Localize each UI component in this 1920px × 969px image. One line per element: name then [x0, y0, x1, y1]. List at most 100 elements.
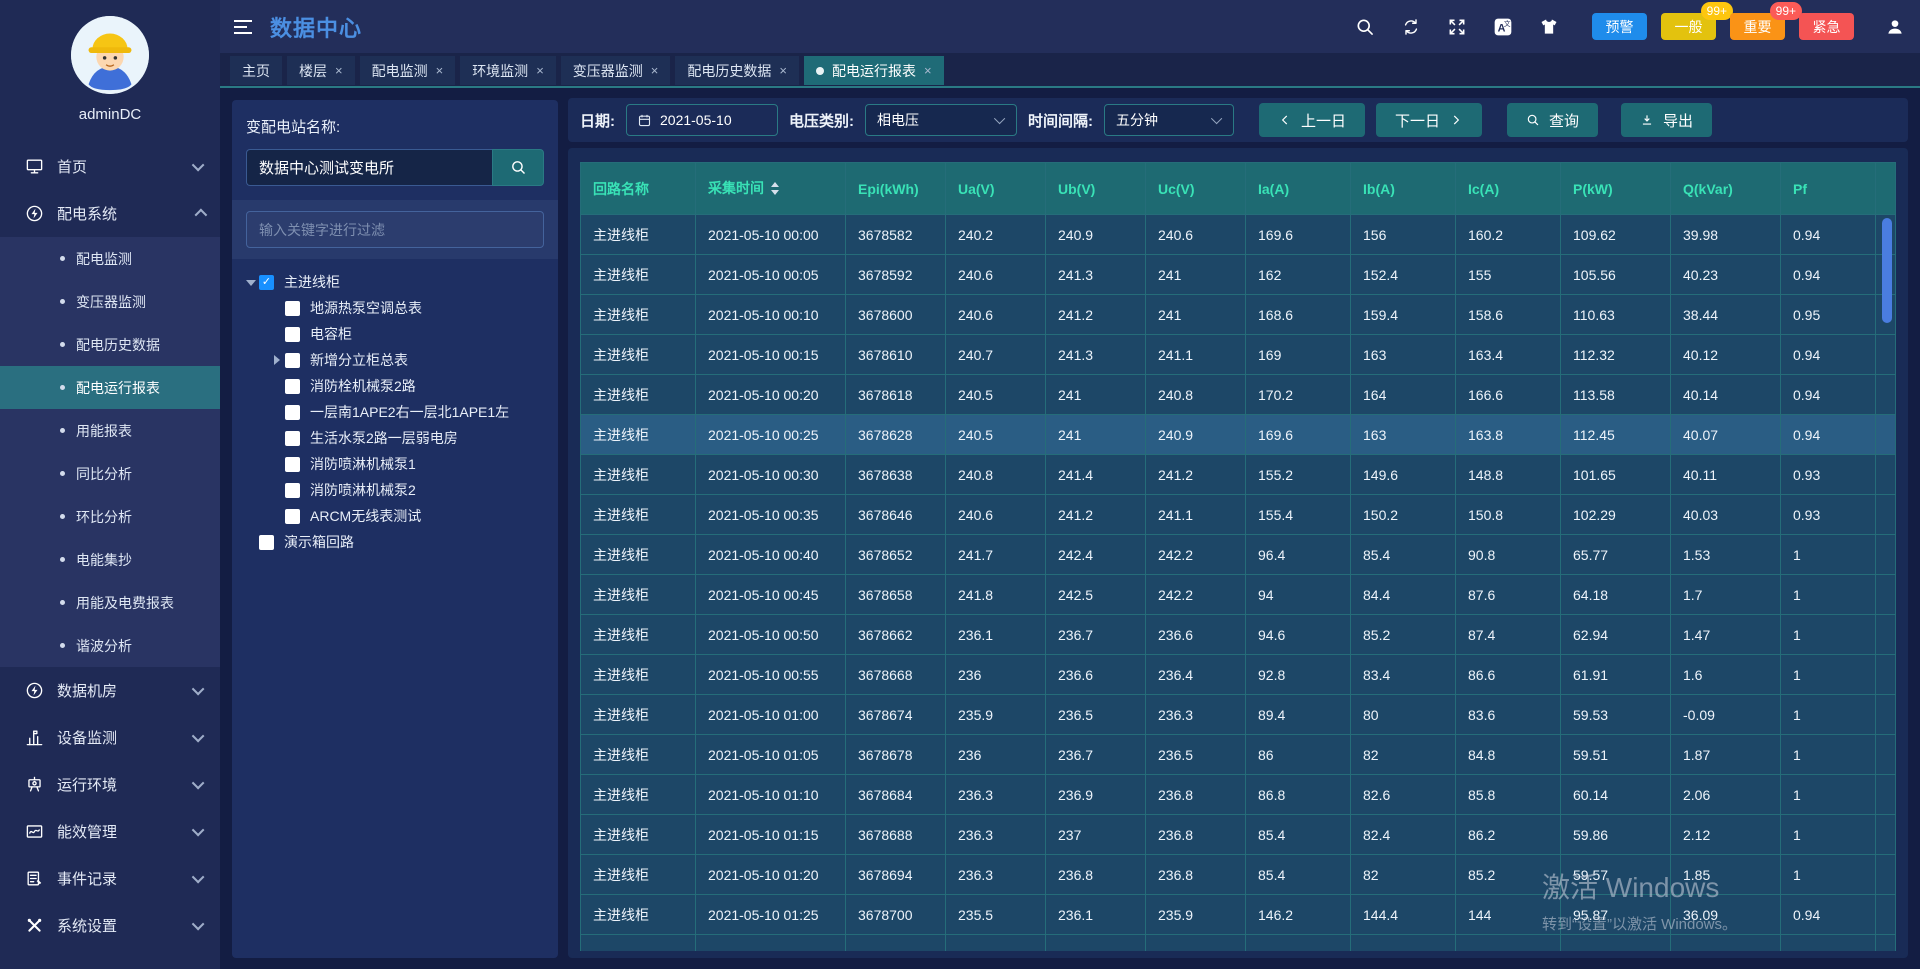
table-row[interactable]: 主进线柜2021-05-10 00:003678582240.2240.9240… — [581, 215, 1896, 255]
table-row[interactable]: 主进线柜2021-05-10 00:253678628240.5241240.9… — [581, 415, 1896, 455]
tree-node-一层南1APE2右一层北1APE1左[interactable]: 一层南1APE2右一层北1APE1左 — [238, 399, 552, 425]
tree-node-ARCM无线表测试[interactable]: ARCM无线表测试 — [238, 503, 552, 529]
table-row[interactable]: 主进线柜2021-05-10 00:203678618240.5241240.8… — [581, 375, 1896, 415]
tree-checkbox[interactable] — [259, 535, 274, 550]
sidebar-item-数据机房[interactable]: 数据机房 — [0, 667, 220, 714]
table-row[interactable]: 主进线柜2021-05-10 00:353678646240.6241.2241… — [581, 495, 1896, 535]
sidebar-item-事件记录[interactable]: 事件记录 — [0, 855, 220, 902]
sidebar-subitem-谐波分析[interactable]: 谐波分析 — [0, 624, 220, 667]
column-header-Ib(A)[interactable]: Ib(A) — [1351, 163, 1456, 215]
station-input[interactable]: 数据中心测试变电所 — [246, 149, 492, 186]
sidebar-item-首页[interactable]: 首页 — [0, 143, 220, 190]
column-header-采集时间[interactable]: 采集时间 — [696, 163, 846, 215]
table-row[interactable]: 主进线柜2021-05-10 01:203678694236.3236.8236… — [581, 855, 1896, 895]
sidebar-item-设备监测[interactable]: 设备监测 — [0, 714, 220, 761]
column-header-Ua(V)[interactable]: Ua(V) — [946, 163, 1046, 215]
table-row[interactable]: 主进线柜2021-05-10 01:053678678236236.7236.5… — [581, 735, 1896, 775]
tab-配电运行报表[interactable]: 配电运行报表× — [804, 56, 944, 85]
sidebar-subitem-配电监测[interactable]: 配电监测 — [0, 237, 220, 280]
tree-node-演示箱回路[interactable]: 演示箱回路 — [238, 529, 552, 555]
caret-right-icon[interactable] — [268, 352, 285, 368]
table-row[interactable]: 主进线柜2021-05-10 00:053678592240.6241.3241… — [581, 255, 1896, 295]
tree-node-电容柜[interactable]: 电容柜 — [238, 321, 552, 347]
sidebar-subitem-环比分析[interactable]: 环比分析 — [0, 495, 220, 538]
tree-filter-input[interactable]: 输入关键字进行过滤 — [246, 211, 544, 248]
sidebar-subitem-配电运行报表[interactable]: 配电运行报表 — [0, 366, 220, 409]
column-header-回路名称[interactable]: 回路名称 — [581, 163, 696, 215]
column-header-Ic(A)[interactable]: Ic(A) — [1456, 163, 1561, 215]
tab-close-icon[interactable]: × — [436, 63, 444, 78]
tab-楼层[interactable]: 楼层× — [287, 56, 355, 85]
tree-node-主进线柜[interactable]: ✓主进线柜 — [238, 269, 552, 295]
tab-主页[interactable]: 主页 — [230, 56, 282, 85]
voltage-type-select[interactable]: 相电压 — [865, 104, 1017, 136]
vertical-scrollbar-thumb[interactable] — [1882, 218, 1892, 323]
tab-close-icon[interactable]: × — [779, 63, 787, 78]
tree-checkbox[interactable] — [285, 509, 300, 524]
tree-node-消防喷淋机械泵2[interactable]: 消防喷淋机械泵2 — [238, 477, 552, 503]
table-row[interactable]: 主进线柜2021-05-10 00:453678658241.8242.5242… — [581, 575, 1896, 615]
tab-close-icon[interactable]: × — [651, 63, 659, 78]
table-row[interactable]: 主进线柜2021-05-10 00:403678652241.7242.4242… — [581, 535, 1896, 575]
badge-紧急[interactable]: 紧急 — [1799, 13, 1854, 40]
badge-一般[interactable]: 一般99+ — [1661, 13, 1716, 40]
tab-变压器监测[interactable]: 变压器监测× — [561, 56, 671, 85]
translate-icon[interactable]: A文 — [1492, 16, 1514, 38]
tree-node-消防栓机械泵2路[interactable]: 消防栓机械泵2路 — [238, 373, 552, 399]
sidebar-subitem-电能集抄[interactable]: 电能集抄 — [0, 538, 220, 581]
sort-icon[interactable] — [771, 178, 779, 199]
sidebar-item-系统设置[interactable]: 系统设置 — [0, 902, 220, 949]
table-row[interactable]: 主进线柜2021-05-10 00:103678600240.6241.2241… — [581, 295, 1896, 335]
table-row[interactable]: 主进线柜2021-05-10 00:503678662236.1236.7236… — [581, 615, 1896, 655]
table-row[interactable]: 主进线柜2021-05-10 01:003678674235.9236.5236… — [581, 695, 1896, 735]
theme-icon[interactable] — [1538, 16, 1560, 38]
sidebar-subitem-同比分析[interactable]: 同比分析 — [0, 452, 220, 495]
caret-down-icon[interactable] — [242, 274, 259, 290]
tab-配电监测[interactable]: 配电监测× — [360, 56, 456, 85]
badge-预警[interactable]: 预警 — [1592, 13, 1647, 40]
tab-close-icon[interactable]: × — [924, 63, 932, 78]
table-row[interactable]: 主进线柜2021-05-10 01:153678688236.3237236.8… — [581, 815, 1896, 855]
next-day-button[interactable]: 下一日 — [1376, 103, 1482, 137]
sidebar-subitem-配电历史数据[interactable]: 配电历史数据 — [0, 323, 220, 366]
tab-环境监测[interactable]: 环境监测× — [460, 56, 556, 85]
tree-checkbox[interactable] — [285, 301, 300, 316]
tree-checkbox[interactable] — [285, 483, 300, 498]
tree-checkbox[interactable] — [285, 353, 300, 368]
menu-collapse-icon[interactable] — [234, 20, 252, 34]
sidebar-item-配电系统[interactable]: 配电系统 — [0, 190, 220, 237]
tree-node-新增分立柜总表[interactable]: 新增分立柜总表 — [238, 347, 552, 373]
interval-select[interactable]: 五分钟 — [1104, 104, 1234, 136]
search-icon[interactable] — [1354, 16, 1376, 38]
column-header-Uc(V)[interactable]: Uc(V) — [1146, 163, 1246, 215]
tree-checkbox[interactable] — [285, 379, 300, 394]
date-input[interactable]: 2021-05-10 — [626, 104, 778, 136]
tab-配电历史数据[interactable]: 配电历史数据× — [675, 56, 799, 85]
sidebar-item-能效管理[interactable]: 能效管理 — [0, 808, 220, 855]
column-header-Ub(V)[interactable]: Ub(V) — [1046, 163, 1146, 215]
table-row[interactable]: 主进线柜2021-05-10 01:103678684236.3236.9236… — [581, 775, 1896, 815]
tree-checkbox[interactable] — [285, 327, 300, 342]
sidebar-item-运行环境[interactable]: 运行环境 — [0, 761, 220, 808]
tree-node-地源热泵空调总表[interactable]: 地源热泵空调总表 — [238, 295, 552, 321]
tree-checkbox[interactable]: ✓ — [259, 275, 274, 290]
table-row[interactable]: 主进线柜2021-05-10 00:553678668236236.6236.4… — [581, 655, 1896, 695]
column-header-Pf[interactable]: Pf — [1781, 163, 1876, 215]
tree-node-生活水泵2路一层弱电房[interactable]: 生活水泵2路一层弱电房 — [238, 425, 552, 451]
tree-node-消防喷淋机械泵1[interactable]: 消防喷淋机械泵1 — [238, 451, 552, 477]
sidebar-subitem-用能报表[interactable]: 用能报表 — [0, 409, 220, 452]
table-row[interactable]: 主进线柜2021-05-10 00:153678610240.7241.3241… — [581, 335, 1896, 375]
column-header-Q(kVar)[interactable]: Q(kVar) — [1671, 163, 1781, 215]
column-header-Epi(kWh)[interactable]: Epi(kWh) — [846, 163, 946, 215]
export-button[interactable]: 导出 — [1621, 103, 1712, 137]
sidebar-subitem-用能及电费报表[interactable]: 用能及电费报表 — [0, 581, 220, 624]
table-row[interactable]: 主进线柜2021-05-10 01:253678700235.5236.1235… — [581, 895, 1896, 935]
station-search-button[interactable] — [492, 149, 544, 186]
badge-重要[interactable]: 重要99+ — [1730, 13, 1785, 40]
fullscreen-icon[interactable] — [1446, 16, 1468, 38]
sidebar-subitem-变压器监测[interactable]: 变压器监测 — [0, 280, 220, 323]
tree-checkbox[interactable] — [285, 457, 300, 472]
tree-checkbox[interactable] — [285, 405, 300, 420]
user-icon[interactable] — [1884, 16, 1906, 38]
column-header-Ia(A)[interactable]: Ia(A) — [1246, 163, 1351, 215]
